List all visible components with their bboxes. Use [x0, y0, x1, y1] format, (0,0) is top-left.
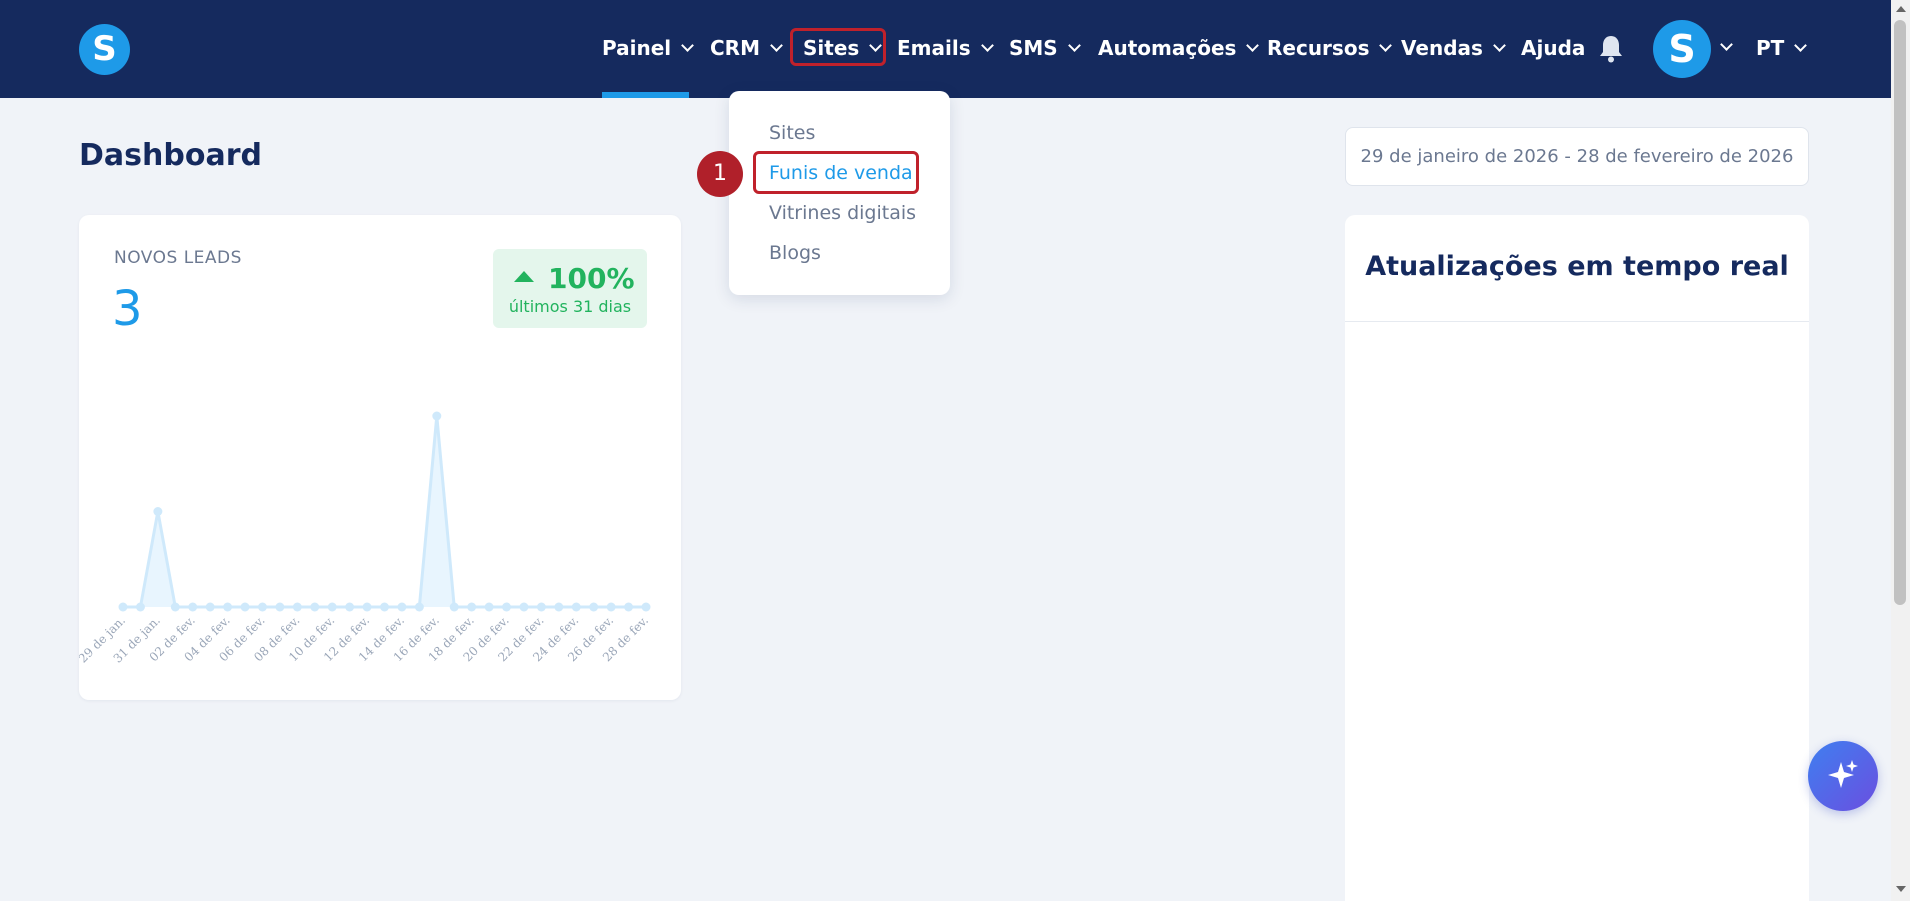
- nav-item-recursos[interactable]: Recursos: [1267, 30, 1393, 66]
- chart-point: [240, 602, 250, 612]
- nav-item-painel[interactable]: Painel: [602, 30, 695, 66]
- scroll-thumb[interactable]: [1894, 20, 1906, 605]
- chevron-down-icon: [1794, 38, 1808, 52]
- chart-point: [135, 602, 145, 612]
- chart-point: [589, 602, 599, 612]
- menu-item-sites[interactable]: Sites: [769, 122, 815, 144]
- scroll-down-arrow-icon[interactable]: [1896, 886, 1906, 892]
- nav-item-automacoes[interactable]: Automações: [1098, 30, 1260, 66]
- divider: [1345, 321, 1809, 322]
- chart-point: [397, 602, 407, 612]
- chevron-down-icon: [1493, 38, 1506, 52]
- chevron-down-icon: [1067, 38, 1081, 52]
- chart-point: [327, 602, 337, 612]
- date-range-picker[interactable]: 29 de janeiro de 2026 - 28 de fevereiro …: [1345, 127, 1809, 186]
- menu-item-blogs[interactable]: Blogs: [769, 242, 821, 264]
- chart-point: [345, 602, 355, 612]
- nav-label: Recursos: [1267, 36, 1370, 60]
- chart-point: [257, 602, 267, 612]
- chart-point: [484, 602, 494, 612]
- chart-point: [205, 602, 215, 612]
- page-title: Dashboard: [79, 138, 262, 173]
- chevron-down-icon: [770, 38, 783, 52]
- menu-item-vitrines-digitais[interactable]: Vitrines digitais: [769, 202, 916, 224]
- nav-item-sms[interactable]: SMS: [1009, 30, 1081, 66]
- sparkle-icon: [1828, 760, 1858, 788]
- avatar[interactable]: S: [1653, 20, 1711, 78]
- sites-highlight-box: [790, 28, 886, 66]
- realtime-updates-card: Atualizações em tempo real: [1345, 215, 1809, 901]
- chart-point: [118, 602, 128, 612]
- chart-point: [554, 602, 564, 612]
- nav-label: Emails: [897, 36, 971, 60]
- active-nav-indicator: [602, 92, 689, 98]
- chart-point: [502, 602, 512, 612]
- chart-point: [310, 602, 320, 612]
- chart-point: [414, 602, 424, 612]
- nav-item-emails[interactable]: Emails: [897, 30, 994, 66]
- chart-area: [123, 416, 646, 607]
- chart-point: [292, 602, 302, 612]
- nav-label: Automações: [1098, 36, 1237, 60]
- chevron-down-icon[interactable]: [1720, 38, 1733, 51]
- scroll-up-arrow-icon[interactable]: [1896, 6, 1906, 12]
- chart-point: [571, 602, 581, 612]
- chart-point: [170, 602, 180, 612]
- chart-point: [380, 602, 389, 612]
- chart-point: [467, 602, 477, 612]
- chevron-down-icon: [681, 38, 695, 52]
- leads-chart: 29 de jan.31 de jan.02 de fev.04 de fev.…: [79, 411, 651, 666]
- nav-label: Ajuda: [1521, 36, 1586, 60]
- bell-icon[interactable]: [1598, 34, 1624, 64]
- nav-item-ajuda[interactable]: Ajuda: [1521, 30, 1585, 66]
- step-number-badge: 1: [697, 151, 743, 197]
- chart-point: [275, 602, 285, 612]
- chevron-down-icon: [1379, 38, 1393, 52]
- chevron-down-icon: [980, 38, 994, 52]
- chart-point: [536, 602, 546, 612]
- chevron-down-icon: [1246, 38, 1260, 52]
- chart-point: [641, 602, 651, 612]
- chart-point: [624, 602, 634, 612]
- chart-point: [449, 602, 459, 612]
- brand-logo[interactable]: S: [79, 24, 130, 75]
- chart-point: [188, 602, 198, 612]
- chart-line: [123, 415, 646, 609]
- nav-label: SMS: [1009, 36, 1058, 60]
- chart-point: [153, 507, 163, 516]
- chart-point: [223, 602, 233, 612]
- realtime-title: Atualizações em tempo real: [1365, 251, 1789, 282]
- nav-item-vendas[interactable]: Vendas: [1401, 30, 1506, 66]
- new-leads-card: NOVOS LEADS 3 100% últimos 31 dias 29 de…: [79, 215, 681, 700]
- nav-label: CRM: [710, 36, 760, 60]
- nav-item-crm[interactable]: CRM: [710, 30, 783, 66]
- brand-logo-letter: S: [92, 29, 117, 69]
- chart-point: [432, 411, 442, 421]
- funis-highlight-box: [753, 151, 919, 194]
- nav-label: Painel: [602, 36, 672, 60]
- chart-point: [606, 602, 616, 612]
- top-navbar: S Painel CRM Sites Emails SMS Automações…: [0, 0, 1891, 98]
- language-selector[interactable]: PT: [1756, 30, 1808, 66]
- language-label: PT: [1756, 36, 1785, 60]
- page-scrollbar[interactable]: [1891, 0, 1910, 901]
- chart-point: [519, 602, 529, 612]
- avatar-letter: S: [1668, 27, 1696, 71]
- chart-point: [362, 602, 372, 612]
- nav-label: Vendas: [1401, 36, 1483, 60]
- ai-assistant-button[interactable]: [1808, 741, 1878, 811]
